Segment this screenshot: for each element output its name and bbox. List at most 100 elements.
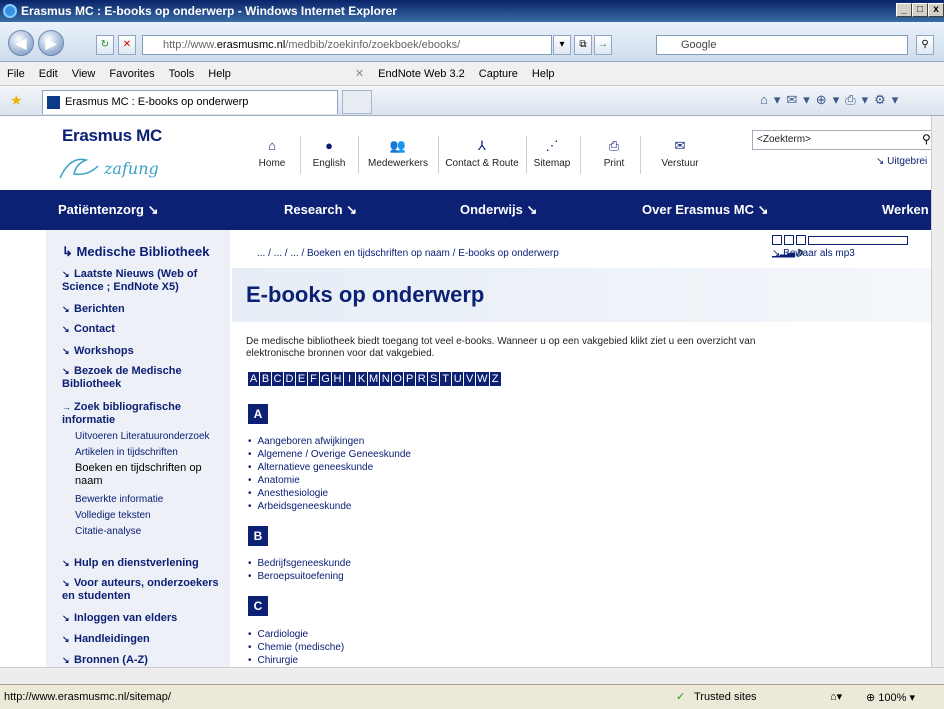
sidebar-item-bronnen[interactable]: ↘ Bronnen (A-Z): [62, 654, 148, 667]
new-tab-button[interactable]: [342, 90, 372, 114]
forward-button[interactable]: ▶: [38, 30, 64, 56]
alpha-link-r[interactable]: R: [416, 372, 428, 386]
maximize-button[interactable]: □: [912, 3, 928, 17]
alpha-link-f[interactable]: F: [308, 372, 319, 386]
alpha-link-z[interactable]: Z: [489, 372, 501, 386]
list-item[interactable]: Algemene / Overige Geneeskunde: [248, 449, 411, 461]
protected-mode-icon[interactable]: ⌂▾: [830, 690, 842, 703]
tab-active[interactable]: Erasmus MC : E-books op onderwerp: [42, 90, 338, 114]
play-icon[interactable]: [772, 235, 782, 246]
alpha-link-n[interactable]: N: [380, 372, 392, 386]
alpha-link-i[interactable]: I: [344, 372, 355, 386]
site-search-input[interactable]: <Zoekterm>: [752, 130, 931, 150]
address-input[interactable]: http://www.erasmusmc.nl/medbib/zoekinfo/…: [142, 35, 552, 55]
menu-favorites[interactable]: Favorites: [102, 68, 161, 80]
alpha-link-t[interactable]: T: [440, 372, 452, 386]
list-item[interactable]: Alternatieve geneeskunde: [248, 462, 374, 474]
alpha-link-e[interactable]: E: [296, 372, 307, 386]
sitemap-link[interactable]: ⋰ Sitemap: [530, 138, 574, 169]
list-item[interactable]: Anatomie: [248, 475, 300, 487]
capture-button[interactable]: Capture: [472, 68, 525, 80]
stop-icon[interactable]: [796, 235, 806, 246]
sidebar-sub-citatie[interactable]: Citatie-analyse: [75, 526, 141, 537]
sidebar-item-workshops[interactable]: ↘ Workshops: [62, 345, 134, 358]
nav-werken[interactable]: Werken: [882, 202, 929, 217]
favorites-star-icon[interactable]: ★: [10, 92, 23, 109]
sidebar-item-handleidingen[interactable]: ↘ Handleidingen: [62, 633, 150, 646]
alpha-link-a[interactable]: A: [248, 372, 259, 386]
alpha-link-c[interactable]: C: [272, 372, 283, 386]
english-link[interactable]: ● English: [306, 138, 352, 169]
advanced-search-link[interactable]: ↘ Uitgebrei: [876, 156, 927, 167]
breadcrumb[interactable]: ... / ... / ... / Boeken en tijdschrifte…: [257, 248, 559, 259]
zoom-level[interactable]: ⊕ 100% ▾: [866, 691, 915, 704]
security-zone[interactable]: Trusted sites: [694, 691, 757, 703]
menu-tools[interactable]: Tools: [162, 68, 202, 80]
list-item[interactable]: Arbeidsgeneeskunde: [248, 501, 352, 513]
close-toolbar-icon[interactable]: ✕: [348, 67, 371, 80]
alpha-link-o[interactable]: O: [392, 372, 404, 386]
alpha-link-s[interactable]: S: [428, 372, 440, 386]
sidebar-item-hulp[interactable]: ↘ Hulp en dienstverlening: [62, 557, 199, 570]
command-bar-icons[interactable]: ⌂▾✉▾⊕▾⎙▾⚙▾: [760, 92, 904, 108]
alpha-link-w[interactable]: W: [476, 372, 489, 386]
horizontal-scrollbar[interactable]: [0, 667, 944, 684]
search-icon[interactable]: ⚲: [916, 35, 934, 55]
print-link[interactable]: ⎙ Print: [594, 138, 634, 169]
list-item[interactable]: Beroepsuitoefening: [248, 571, 344, 583]
alpha-link-u[interactable]: U: [452, 372, 464, 386]
close-button[interactable]: x: [928, 3, 944, 17]
nav-over-erasmus[interactable]: Over Erasmus MC ↘: [642, 202, 769, 218]
stop-button[interactable]: ✕: [118, 35, 136, 55]
nav-research[interactable]: Research ↘: [284, 202, 357, 218]
sidebar-item-bezoek[interactable]: ↘ Bezoek de Medische Bibliotheek: [62, 365, 222, 391]
list-item[interactable]: Chirurgie: [248, 655, 299, 667]
nav-patientenzorg[interactable]: Patiëntenzorg ↘: [58, 202, 158, 218]
list-item[interactable]: Cardiologie: [248, 629, 309, 641]
endnote-button[interactable]: EndNote Web 3.2: [371, 68, 472, 80]
sidebar-sub-artikelen[interactable]: Artikelen in tijdschriften: [75, 447, 178, 458]
pause-icon[interactable]: [784, 235, 794, 246]
save-mp3-link[interactable]: ↘ Bewaar als mp3: [772, 248, 855, 259]
sidebar-sub-boeken-current[interactable]: Boeken en tijdschriften op naam: [75, 462, 225, 488]
refresh-button[interactable]: ↻: [96, 35, 114, 55]
sidebar-sub-volledige[interactable]: Volledige teksten: [75, 510, 151, 521]
nav-onderwijs[interactable]: Onderwijs ↘: [460, 202, 537, 218]
alpha-link-h[interactable]: H: [332, 372, 343, 386]
list-item[interactable]: Aangeboren afwijkingen: [248, 436, 365, 448]
alpha-link-g[interactable]: G: [320, 372, 331, 386]
sidebar-item-inloggen[interactable]: ↘ Inloggen van elders: [62, 612, 177, 625]
menu-help[interactable]: Help: [201, 68, 238, 80]
alpha-link-d[interactable]: D: [284, 372, 295, 386]
menu-edit[interactable]: Edit: [32, 68, 65, 80]
list-item[interactable]: Bedrijfsgeneeskunde: [248, 558, 351, 570]
sidebar-title[interactable]: ↳ Medische Bibliotheek: [62, 244, 209, 260]
back-button[interactable]: ◀: [8, 30, 34, 56]
contact-route-link[interactable]: ⅄ Contact & Route: [440, 138, 524, 169]
sidebar-item-voor-auteurs[interactable]: ↘ Voor auteurs, onderzoekers en studenten: [62, 577, 232, 603]
help-button[interactable]: Help: [525, 68, 562, 80]
alpha-link-m[interactable]: M: [368, 372, 380, 386]
alpha-link-k[interactable]: K: [356, 372, 367, 386]
menu-view[interactable]: View: [65, 68, 103, 80]
magnifier-icon[interactable]: ⚲: [922, 132, 931, 146]
sidebar-item-berichten[interactable]: ↘ Berichten: [62, 303, 125, 316]
medewerkers-link[interactable]: 👥 Medewerkers: [362, 138, 434, 169]
minimize-button[interactable]: _: [896, 3, 912, 17]
sidebar-item-contact[interactable]: ↘ Contact: [62, 323, 115, 336]
menu-file[interactable]: File: [0, 68, 32, 80]
verstuur-link[interactable]: ✉ Verstuur: [656, 138, 704, 169]
compat-view-icon[interactable]: ⧉: [574, 35, 592, 55]
alpha-link-b[interactable]: B: [260, 372, 271, 386]
alpha-link-p[interactable]: P: [404, 372, 416, 386]
home-link[interactable]: ⌂ Home: [252, 138, 292, 169]
sidebar-sub-literatuuronderzoek[interactable]: Uitvoeren Literatuuronderzoek: [75, 431, 210, 442]
address-dropdown-button[interactable]: ▾: [553, 35, 571, 55]
go-button[interactable]: →: [594, 35, 612, 55]
vertical-scrollbar[interactable]: [931, 116, 944, 667]
sidebar-item-zoek-bibliografisch[interactable]: → Zoek bibliografische informatie: [62, 401, 222, 427]
sidebar-item-laatste-nieuws[interactable]: ↘ Laatste Nieuws (Web of Science ; EndNot…: [62, 268, 222, 294]
list-item[interactable]: Chemie (medische): [248, 642, 345, 654]
audio-progress[interactable]: [808, 235, 908, 245]
alpha-link-v[interactable]: V: [464, 372, 476, 386]
